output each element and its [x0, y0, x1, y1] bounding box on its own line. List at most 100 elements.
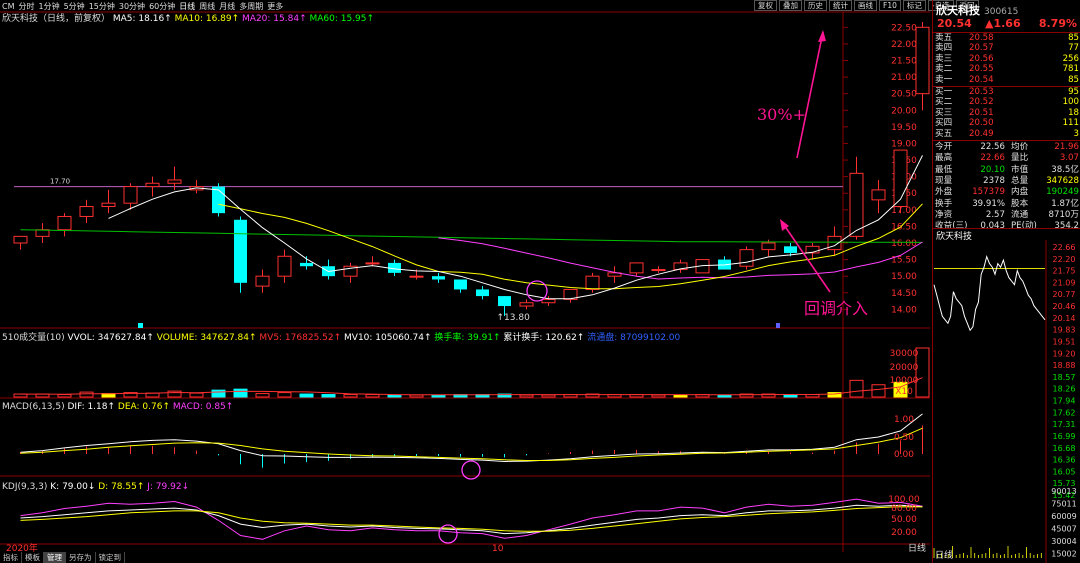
ask-row: 卖四 20.57 77: [935, 43, 1079, 54]
stats-separator: [933, 140, 1080, 141]
stat-key: 换手: [935, 198, 953, 209]
event-marker: [138, 323, 143, 328]
macd-tick-label: 1.00: [894, 415, 914, 425]
mini-price-tick: 17.62: [1053, 408, 1076, 417]
macd-tick-label: 0.00: [894, 450, 914, 460]
volume-bar: [673, 394, 688, 398]
bid-volume: 95: [1068, 87, 1079, 97]
intraday-mini-chart[interactable]: 22.66 22.20 21.75 21.09 20.77 20.46 20.14 19.83…: [933, 240, 1080, 563]
mini-price-tick: 20.14: [1053, 314, 1076, 323]
volume-bar: [365, 394, 380, 398]
ma60-line: [20, 229, 923, 243]
mini-price-tick: 19.83: [1053, 326, 1076, 335]
footer-tab-2[interactable]: 管理: [44, 552, 66, 563]
stat-row: 换手 39.91% 股本 1.87亿: [935, 199, 1079, 210]
rally-arrowhead: [818, 30, 826, 42]
volume-bar: [519, 394, 534, 398]
stat-value: 22.66: [980, 153, 1005, 164]
candle: [123, 183, 138, 210]
volume-bar: [321, 394, 336, 398]
candle: [651, 266, 666, 273]
ask-label: 卖二: [935, 64, 953, 75]
stat-key: 量比: [1011, 153, 1029, 164]
stat-value: 2.57: [985, 209, 1005, 220]
price-tick-label: 21.00: [891, 73, 917, 83]
mini-price-tick: 21.09: [1053, 278, 1076, 287]
ask-row: 卖五 20.58 85: [935, 33, 1079, 44]
candle: [454, 279, 467, 293]
volume-bar: [233, 388, 248, 398]
volume-tick-label: 10000: [890, 376, 919, 386]
volume-bar: [871, 384, 886, 398]
stat-value: 157379: [972, 187, 1005, 198]
candle: [145, 176, 160, 197]
cycle-label: 日线: [908, 542, 926, 552]
stat-value: 22.56: [980, 142, 1005, 152]
bid-price: 20.49: [969, 128, 994, 139]
stat-value: 347628: [1046, 175, 1079, 186]
volume-bar: [299, 393, 314, 398]
macd-header: MACD(6,13,5) DIF: 1.18↑ DEA: 0.76↑ MACD:…: [2, 402, 233, 412]
footer-tab-0[interactable]: 指标: [0, 552, 22, 563]
stat-key: 净资: [935, 209, 953, 220]
candle: [189, 179, 204, 194]
price-tick-label: 15.00: [891, 272, 917, 282]
volume-bar: [211, 389, 226, 398]
bid-label: 买二: [935, 97, 953, 108]
stat-key: 均价: [1011, 142, 1029, 152]
date-month-label: 10: [492, 544, 504, 552]
bid-label: 买五: [935, 128, 953, 139]
candle: [343, 262, 358, 283]
kdj-tick-label: 20.00: [891, 528, 917, 538]
mini-volume-tick: 30004: [1051, 537, 1076, 546]
volume-bar: [849, 379, 864, 398]
price-tick-label: 22.00: [891, 40, 917, 50]
mini-chart-title: 欣天科技: [933, 228, 1080, 242]
kdj-header: KDJ(9,3,3) K: 79.00↓ D: 78.55↑ J: 79.92↓: [2, 482, 189, 492]
volume-bar: [431, 394, 446, 398]
ask-price: 20.54: [969, 74, 994, 85]
kdj-d-line: [20, 506, 923, 532]
stat-key: 股本: [1011, 198, 1029, 209]
candle: [57, 213, 72, 237]
candle: [849, 156, 864, 240]
candle: [365, 256, 380, 267]
bid-row: 买二 20.52 100: [935, 97, 1079, 108]
mini-price-tick: 19.20: [1053, 349, 1076, 358]
volume-bar: [57, 394, 72, 398]
volume-bar: [651, 394, 666, 398]
footer-tab-1[interactable]: 模板: [22, 552, 44, 563]
low-price-label: ↑13.80: [497, 313, 531, 323]
ask-price: 20.57: [969, 43, 994, 54]
ask-volume: 85: [1068, 74, 1079, 85]
volume-ma-line: [20, 377, 923, 396]
bid-row: 买五 20.49 3: [935, 129, 1079, 140]
footer-tab-4[interactable]: 锁定到: [96, 552, 125, 563]
volume-bar: [387, 394, 402, 398]
ask-volume: 85: [1068, 33, 1079, 43]
rally-annotation: 30%+: [757, 105, 806, 124]
mini-volume-tick: 60009: [1051, 512, 1076, 521]
volume-bar: [409, 394, 424, 398]
stock-name: 欣天科技: [936, 4, 980, 17]
candle: [629, 262, 644, 277]
stat-value: 3.07: [1059, 153, 1079, 164]
candle: [871, 179, 886, 214]
stat-value: 2378: [983, 175, 1005, 186]
candle: [13, 235, 28, 250]
mini-volume-tick: 75011: [1051, 500, 1076, 509]
bid-volume: 111: [1062, 118, 1079, 129]
footer-tab-3[interactable]: 另存为: [66, 552, 96, 563]
mini-price-line: [933, 254, 1046, 332]
bid-volume: 18: [1068, 107, 1079, 118]
ask-volume: 256: [1062, 53, 1079, 64]
book-separator: [933, 86, 1080, 87]
stat-value: 190249: [1046, 187, 1079, 198]
stat-row: 净资 2.57 流通 8710万: [935, 210, 1079, 221]
last-price: 20.54: [937, 17, 972, 30]
kdj-tick-label: 50.00: [891, 515, 917, 525]
stat-value: 1.87亿: [1051, 198, 1079, 209]
kline-chart-area[interactable]: 欣天科技（日线，前复权） MA5: 18.16↑ MA10: 16.89↑ MA…: [0, 0, 930, 552]
stat-row: 现量 2378 总量 347628: [935, 176, 1079, 187]
mini-price-tick: 22.66: [1053, 243, 1076, 252]
